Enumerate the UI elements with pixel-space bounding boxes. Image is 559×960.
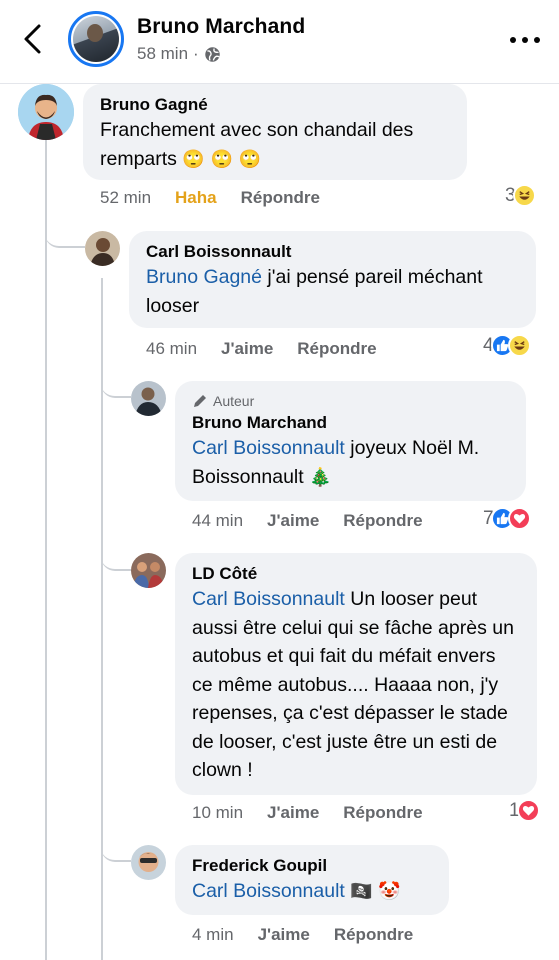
- reply-button[interactable]: Répondre: [343, 803, 422, 823]
- comment-text: Bruno Gagné j'ai pensé pareil méchant lo…: [146, 266, 483, 317]
- post-header: Bruno Marchand 58 min ·: [0, 0, 559, 84]
- love-reaction-icon: [507, 507, 531, 530]
- reply-button[interactable]: Répondre: [297, 339, 376, 359]
- more-options-icon[interactable]: [506, 30, 546, 50]
- comment-actions: 10 min J'aime Répondre: [192, 803, 447, 823]
- like-button[interactable]: J'aime: [221, 339, 273, 359]
- comment-time: 44 min: [192, 511, 244, 530]
- thread-curve-reply-2: [101, 545, 131, 571]
- back-chevron-icon[interactable]: [18, 22, 48, 56]
- like-button[interactable]: J'aime: [267, 803, 319, 823]
- comment-time: 10 min: [192, 803, 244, 822]
- commenter-avatar[interactable]: [85, 231, 120, 266]
- comment-bubble: Auteur Bruno Marchand Carl Boissonnault …: [175, 381, 526, 501]
- thread-curve-level-1: [45, 222, 85, 248]
- comment-author[interactable]: Carl Boissonnault: [146, 241, 520, 263]
- love-reaction-icon: [516, 799, 540, 822]
- comment-text: Franchement avec son chandail des rempar…: [100, 119, 414, 170]
- reaction-summary[interactable]: 3: [505, 184, 536, 207]
- commenter-avatar[interactable]: [131, 381, 166, 416]
- reaction-summary[interactable]: 4: [483, 334, 531, 357]
- comment-actions: 4 min J'aime Répondre: [192, 925, 437, 945]
- comment-time: 46 min: [146, 339, 198, 358]
- comment-bubble: Bruno Gagné Franchement avec son chandai…: [83, 84, 467, 180]
- like-button[interactable]: J'aime: [258, 925, 310, 945]
- author-avatar[interactable]: [68, 11, 124, 67]
- reply-button[interactable]: Répondre: [241, 188, 320, 208]
- comment-author[interactable]: Frederick Goupil: [192, 855, 433, 877]
- commenter-avatar[interactable]: [131, 553, 166, 588]
- reply-button[interactable]: Répondre: [343, 511, 422, 531]
- comment-bubble: LD Côté Carl Boissonnault Un looser peut…: [175, 553, 537, 795]
- comment-text: Carl Boissonnault Un looser peut aussi ê…: [192, 588, 514, 781]
- mention-link[interactable]: Carl Boissonnault: [192, 437, 345, 459]
- comment-actions: 44 min J'aime Répondre: [192, 511, 447, 531]
- commenter-avatar[interactable]: [131, 845, 166, 880]
- comment-time: 4 min: [192, 925, 234, 944]
- rolling-eyes-emoji: 🙄 🙄 🙄: [182, 148, 262, 170]
- comment-author[interactable]: Bruno Gagné: [100, 94, 451, 116]
- thread-line-level-1: [45, 140, 47, 960]
- reply-button[interactable]: Répondre: [334, 925, 413, 945]
- comment-bubble: Frederick Goupil Carl Boissonnault 🏴‍☠️ …: [175, 845, 449, 915]
- comment-actions: 46 min J'aime Répondre: [146, 339, 401, 359]
- post-time: 58 min: [137, 44, 189, 63]
- reaction-summary[interactable]: 7: [483, 507, 531, 530]
- comment-actions: 52 min Haha Répondre: [100, 188, 344, 208]
- mention-link[interactable]: Carl Boissonnault: [192, 588, 345, 610]
- christmas-tree-emoji: 🎄: [309, 466, 332, 488]
- comment-bubble: Carl Boissonnault Bruno Gagné j'ai pensé…: [129, 231, 536, 328]
- thread-curve-reply-3: [101, 836, 131, 862]
- mention-link[interactable]: Carl Boissonnault: [192, 880, 345, 902]
- mention-link[interactable]: Bruno Gagné: [146, 266, 262, 288]
- pirate-flag-clown-emoji: 🏴‍☠️ 🤡: [350, 881, 401, 902]
- post-author-name[interactable]: Bruno Marchand: [137, 15, 305, 39]
- comment-author[interactable]: Bruno Marchand: [192, 412, 510, 434]
- reaction-summary[interactable]: 1: [509, 799, 540, 822]
- author-badge: Auteur: [192, 393, 510, 409]
- thread-curve-reply-1: [101, 372, 131, 398]
- comment-text: Carl Boissonnault 🏴‍☠️ 🤡: [192, 877, 433, 907]
- commenter-avatar[interactable]: [18, 84, 74, 140]
- pencil-icon: [194, 395, 206, 407]
- haha-reaction-icon: [507, 334, 531, 357]
- haha-reaction-icon: [512, 184, 536, 207]
- haha-reaction-button[interactable]: Haha: [175, 188, 217, 208]
- comment-author[interactable]: LD Côté: [192, 563, 521, 585]
- comment-text: Carl Boissonnault joyeux Noël M. Boisson…: [192, 437, 480, 488]
- like-button[interactable]: J'aime: [267, 511, 319, 531]
- globe-icon: [204, 46, 220, 62]
- meta-separator: ·: [193, 44, 199, 63]
- comment-time: 52 min: [100, 188, 152, 207]
- post-meta: 58 min ·: [137, 44, 221, 64]
